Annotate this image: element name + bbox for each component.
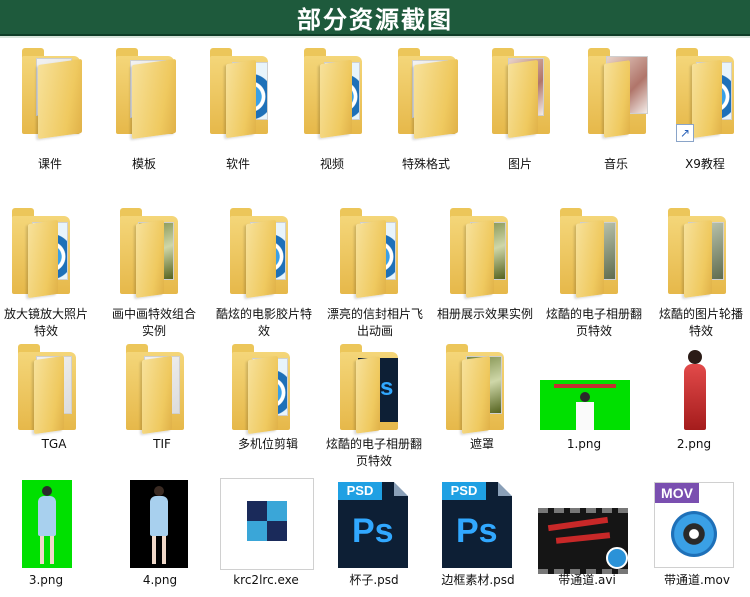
folder-item[interactable]: Ps 炫酷的电子相册翻页特效 xyxy=(326,344,422,474)
item-label: krc2lrc.exe xyxy=(233,573,299,587)
psd-badge: PSD xyxy=(338,482,382,500)
image-file-item[interactable]: 2.png xyxy=(648,344,740,460)
folder-icon xyxy=(446,344,508,434)
folder-icon xyxy=(340,208,402,300)
video-file-item[interactable]: 带通道.avi xyxy=(532,476,642,594)
media-player-icon xyxy=(671,511,717,557)
item-label: 2.png xyxy=(676,437,712,451)
folder-item[interactable]: 课件 xyxy=(18,48,82,174)
folder-icon xyxy=(560,208,622,300)
ps-icon: Ps xyxy=(352,512,394,550)
folder-item[interactable]: 音乐 xyxy=(584,48,648,174)
folder-item[interactable]: 特殊格式 xyxy=(394,48,458,174)
folder-icon xyxy=(120,208,182,300)
item-label: 特殊格式 xyxy=(401,157,450,171)
green-screen-thumbnail xyxy=(22,480,72,568)
folder-icon xyxy=(588,48,650,140)
item-label: 画中画特效组合实例 xyxy=(111,307,196,338)
item-label: 音乐 xyxy=(603,157,628,171)
item-label: 炫酷的电子相册翻页特效 xyxy=(326,437,423,468)
folder-icon: ↗ xyxy=(676,48,738,142)
page-banner: 部分资源截图 xyxy=(0,0,750,36)
item-label: 3.png xyxy=(28,573,64,587)
ps-icon: Ps xyxy=(456,512,498,550)
folder-item[interactable]: 视频 xyxy=(300,48,364,174)
item-label: 带通道.avi xyxy=(558,573,616,587)
photoshop-file-icon: PSD Ps xyxy=(442,482,512,568)
psd-file-item[interactable]: PSD Ps 杯子.psd xyxy=(324,476,424,594)
folder-icon xyxy=(450,208,512,300)
item-label: 相册展示效果实例 xyxy=(436,307,533,321)
item-label: 视频 xyxy=(319,157,344,171)
item-label: 遮罩 xyxy=(469,437,494,451)
mov-badge: MOV xyxy=(655,483,699,503)
psd-file-item[interactable]: PSD Ps 边框素材.psd xyxy=(428,476,528,594)
item-label: 炫酷的电子相册翻页特效 xyxy=(546,307,643,338)
folder-icon xyxy=(126,344,188,435)
folder-icon xyxy=(232,344,294,435)
folder-icon xyxy=(668,208,730,300)
image-file-item[interactable]: 1.png xyxy=(536,344,632,460)
folder-icon xyxy=(12,208,74,300)
folder-item[interactable]: 炫酷的电子相册翻页特效 xyxy=(546,208,642,342)
item-label: 1.png xyxy=(566,437,602,451)
folder-icon xyxy=(304,48,366,140)
photoshop-file-icon: PSD Ps xyxy=(338,482,408,568)
folder-item[interactable]: 炫酷的图片轮播特效 xyxy=(654,208,748,342)
item-label: 酷炫的电影胶片特效 xyxy=(216,307,313,338)
filmstrip-thumbnail xyxy=(538,508,628,574)
item-label: 模板 xyxy=(131,157,156,171)
folder-item[interactable]: 图片 xyxy=(488,48,552,174)
item-label: 4.png xyxy=(142,573,178,587)
item-label: 边框素材.psd xyxy=(441,573,515,587)
folder-item[interactable]: 多机位剪辑 xyxy=(222,344,314,460)
folder-icon xyxy=(492,48,554,140)
item-label: 软件 xyxy=(225,157,250,171)
image-file-item[interactable]: 4.png xyxy=(120,476,200,594)
folder-icon xyxy=(210,48,272,140)
folder-icon xyxy=(398,48,460,140)
item-label: 带通道.mov xyxy=(664,573,730,587)
folder-icon xyxy=(22,48,84,140)
item-label: 漂亮的信封相片飞出动画 xyxy=(326,307,423,338)
folder-icon xyxy=(116,48,178,140)
black-bg-thumbnail xyxy=(130,480,188,568)
item-label: X9教程 xyxy=(685,157,725,171)
exe-file-item[interactable]: krc2lrc.exe xyxy=(216,476,316,594)
item-label: 杯子.psd xyxy=(349,573,399,587)
folder-shortcut-item[interactable]: ↗ X9教程 xyxy=(670,48,740,174)
item-label: TIF xyxy=(153,437,171,451)
item-label: 课件 xyxy=(37,157,62,171)
item-label: TGA xyxy=(41,437,67,451)
item-label: 放大镜放大照片特效 xyxy=(3,307,88,338)
folder-item[interactable]: 画中画特效组合实例 xyxy=(108,208,200,342)
shortcut-arrow-icon: ↗ xyxy=(676,124,694,142)
banner-title: 部分资源截图 xyxy=(297,5,453,34)
mov-file-icon: MOV xyxy=(654,482,734,568)
folder-item[interactable]: 模板 xyxy=(112,48,176,174)
app-icon xyxy=(220,478,314,570)
divider xyxy=(0,36,750,38)
folder-icon xyxy=(18,344,80,435)
folder-item[interactable]: 漂亮的信封相片飞出动画 xyxy=(326,208,424,342)
video-file-item[interactable]: MOV 带通道.mov xyxy=(644,476,750,594)
photo-thumbnail xyxy=(662,346,726,432)
item-label: 炫酷的图片轮播特效 xyxy=(658,307,743,338)
folder-item[interactable]: TIF xyxy=(116,344,208,460)
folder-item[interactable]: 放大镜放大照片特效 xyxy=(0,208,92,342)
psd-badge: PSD xyxy=(442,482,486,500)
folder-item[interactable]: 相册展示效果实例 xyxy=(436,208,534,342)
folder-item[interactable]: 遮罩 xyxy=(436,344,528,460)
folder-icon: Ps xyxy=(340,344,402,434)
media-player-icon xyxy=(606,547,628,569)
folder-item[interactable]: 酷炫的电影胶片特效 xyxy=(216,208,312,342)
image-file-item[interactable]: 3.png xyxy=(8,476,84,594)
folder-item[interactable]: TGA xyxy=(8,344,100,460)
item-label: 图片 xyxy=(507,157,532,171)
item-label: 多机位剪辑 xyxy=(237,437,298,451)
green-screen-thumbnail xyxy=(540,380,630,430)
folder-icon xyxy=(230,208,292,300)
folder-item[interactable]: 软件 xyxy=(206,48,270,174)
